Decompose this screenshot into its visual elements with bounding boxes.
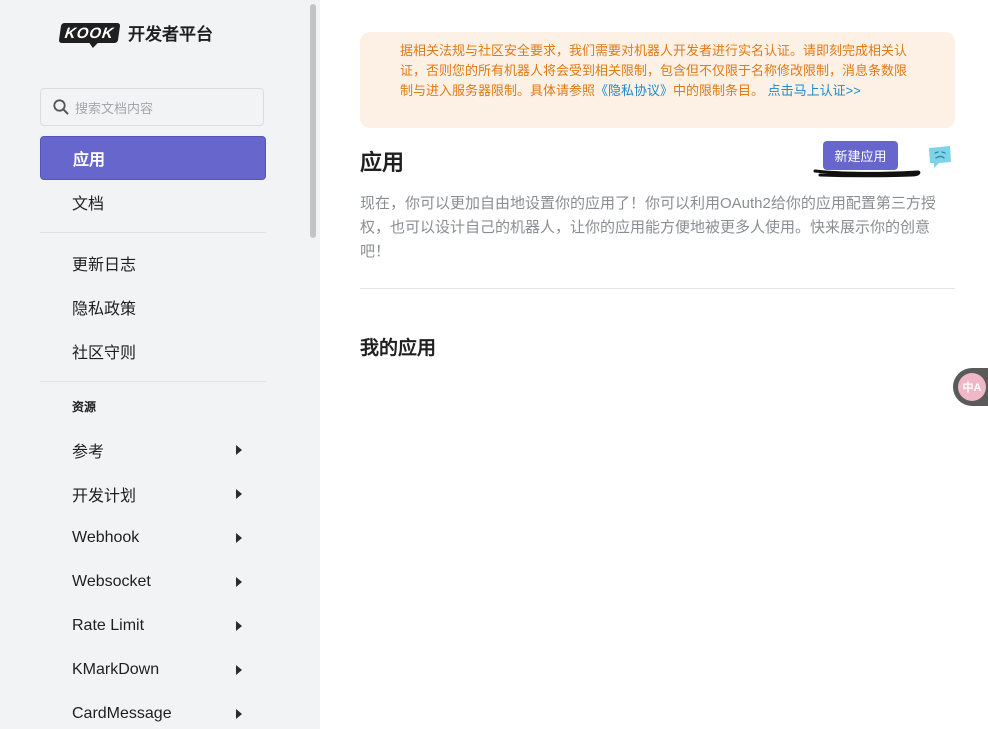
my-apps-title: 我的应用: [360, 338, 437, 359]
sidebar-item-webhook[interactable]: Webhook: [40, 516, 266, 560]
sidebar: KOOK 开发者平台 搜索文档内容 应用 文档 更新日志 隐私政策 社区守则 资…: [0, 0, 320, 729]
chat-help-icon[interactable]: [926, 143, 954, 171]
sidebar-item-label: 文档: [72, 196, 105, 213]
resources-section-label: 资源: [72, 400, 97, 414]
page-title: 应用: [360, 150, 405, 175]
sidebar-item-label: 隐私政策: [72, 301, 137, 318]
sidebar-divider: [40, 232, 266, 233]
verification-notice: 据相关法规与社区安全要求，我们需要对机器人开发者进行实名认证。请即刻完成相关认证…: [360, 32, 955, 128]
page-description: 现在，你可以更加自由地设置你的应用了！你可以利用OAuth2给你的应用配置第三方…: [360, 195, 936, 260]
sidebar-scrollbar[interactable]: [310, 4, 316, 238]
sidebar-item-privacy[interactable]: 隐私政策: [40, 285, 266, 329]
caret-right-icon: [236, 621, 242, 631]
search-placeholder: 搜索文档内容: [75, 100, 154, 116]
notice-text-after: 中的限制条目。: [673, 83, 765, 98]
caret-right-icon: [236, 709, 242, 719]
sidebar-item-rate-limit[interactable]: Rate Limit: [40, 604, 266, 648]
sidebar-item-docs[interactable]: 文档: [40, 180, 266, 224]
sidebar-item-label: Rate Limit: [72, 617, 145, 634]
sidebar-item-dev-plan[interactable]: 开发计划: [40, 472, 266, 516]
caret-right-icon: [236, 445, 242, 455]
kook-logo: KOOK: [58, 22, 121, 43]
sidebar-item-label: 更新日志: [72, 257, 137, 274]
brand-title: 开发者平台: [128, 25, 213, 44]
sidebar-item-apps[interactable]: 应用: [40, 136, 266, 180]
sidebar-item-label: 应用: [73, 152, 106, 169]
sidebar-item-kmarkdown[interactable]: KMarkDown: [40, 648, 266, 692]
caret-right-icon: [236, 533, 242, 543]
sidebar-item-label: 参考: [72, 444, 105, 461]
sidebar-item-cardmessage[interactable]: CardMessage: [40, 692, 266, 729]
sidebar-item-websocket[interactable]: Websocket: [40, 560, 266, 604]
sidebar-divider: [40, 381, 266, 382]
translate-button[interactable]: 中A: [953, 368, 988, 406]
caret-right-icon: [236, 489, 242, 499]
caret-right-icon: [236, 577, 242, 587]
search-input[interactable]: 搜索文档内容: [40, 88, 264, 126]
search-icon: [53, 99, 69, 115]
caret-right-icon: [236, 665, 242, 675]
sidebar-item-label: Websocket: [72, 573, 151, 590]
content-divider: [360, 288, 955, 289]
sidebar-item-label: KMarkDown: [72, 661, 160, 678]
verify-now-link[interactable]: 点击马上认证>>: [768, 83, 861, 98]
sidebar-item-label: 开发计划: [72, 488, 137, 505]
privacy-agreement-link[interactable]: 《隐私协议》: [595, 83, 673, 98]
translate-icon: 中A: [958, 373, 986, 401]
sidebar-item-label: Webhook: [72, 529, 140, 546]
sidebar-item-label: CardMessage: [72, 705, 172, 722]
sidebar-item-community-rules[interactable]: 社区守则: [40, 329, 266, 373]
brand-logo[interactable]: KOOK 开发者平台: [58, 20, 213, 45]
underline-annotation: [813, 169, 921, 178]
sidebar-item-label: 社区守则: [72, 345, 137, 362]
sidebar-item-changelog[interactable]: 更新日志: [40, 241, 266, 285]
translate-label: 中A: [962, 382, 982, 394]
sidebar-item-reference[interactable]: 参考: [40, 428, 266, 472]
